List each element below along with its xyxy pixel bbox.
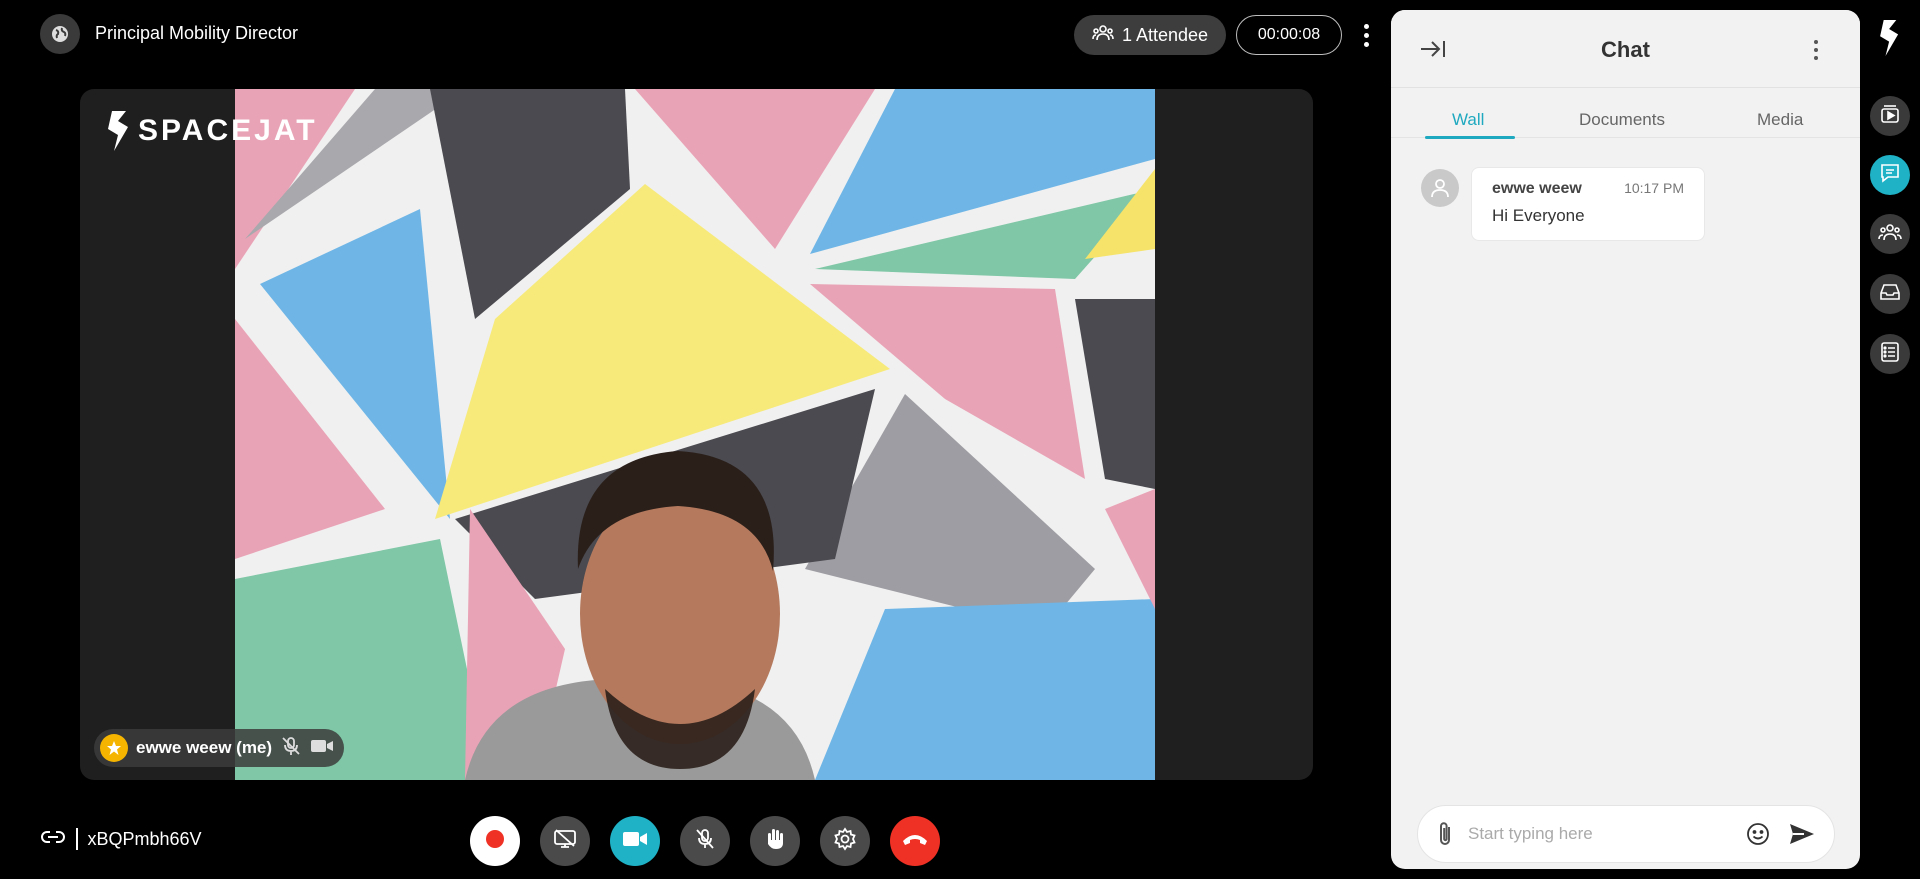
chat-button[interactable] [1870, 155, 1910, 195]
screen-share-button[interactable] [540, 816, 590, 866]
attendee-button[interactable]: 1 Attendee [1074, 15, 1226, 55]
logo-text: SPACEJAT [138, 114, 318, 147]
more-options-icon[interactable] [1356, 18, 1376, 52]
tab-media[interactable]: Media [1757, 110, 1803, 130]
raise-hand-icon [764, 827, 786, 856]
playlist-icon [1879, 103, 1901, 130]
list-button[interactable] [1870, 334, 1910, 374]
participant-name: ewwe weew (me) [136, 738, 273, 757]
globe-icon[interactable] [40, 14, 80, 54]
spacejat-logo-icon [1878, 20, 1902, 61]
attendee-count: 1 Attendee [1121, 24, 1209, 45]
divider [76, 828, 78, 850]
participants-button[interactable] [1870, 214, 1910, 254]
list-icon [1880, 341, 1900, 368]
tab-wall[interactable]: Wall [1452, 110, 1484, 130]
message-input[interactable] [1468, 824, 1746, 844]
microphone-toggle-button[interactable] [680, 816, 730, 866]
top-bar: Principal Mobility Director 1 Attendee 0… [0, 0, 1390, 70]
message-composer [1417, 805, 1835, 863]
chat-panel: Chat Wall Documents Media ewwe weew 10:1… [1391, 10, 1860, 869]
link-icon[interactable] [40, 829, 66, 850]
microphone-off-icon [280, 735, 302, 762]
record-icon [485, 829, 505, 854]
room-title: Principal Mobility Director [95, 23, 299, 43]
message-author: ewwe weew [1492, 180, 1582, 197]
camera-toggle-button[interactable] [610, 816, 660, 866]
avatar [1421, 169, 1459, 207]
host-star-icon [100, 734, 128, 762]
message-timestamp: 10:17 PM [1624, 180, 1684, 196]
people-icon [1878, 222, 1902, 247]
emoji-icon[interactable] [1746, 822, 1770, 846]
inbox-button[interactable] [1870, 274, 1910, 314]
inbox-icon [1879, 282, 1901, 307]
end-call-icon [901, 832, 929, 851]
record-button[interactable] [470, 816, 520, 866]
end-call-button[interactable] [890, 816, 940, 866]
people-icon [1092, 24, 1114, 47]
tab-documents[interactable]: Documents [1579, 110, 1665, 130]
right-rail [1860, 0, 1920, 879]
meeting-app: Principal Mobility Director 1 Attendee 0… [0, 0, 1920, 879]
room-code-text: xBQPmbh66V [87, 828, 202, 849]
meeting-timer: 00:00:08 [1236, 15, 1342, 55]
screen-share-off-icon [553, 828, 577, 855]
send-icon[interactable] [1788, 822, 1816, 846]
active-tab-indicator [1425, 136, 1515, 139]
room-code[interactable]: xBQPmbh66V [40, 828, 202, 850]
attachment-icon[interactable] [1436, 820, 1454, 848]
settings-icon [833, 826, 857, 856]
participant-name-tag: ewwe weew (me) [94, 729, 345, 767]
call-controls [470, 816, 940, 866]
spacejat-logo: SPACEJAT [106, 111, 318, 151]
chat-message: ewwe weew 10:17 PM Hi Everyone [1421, 167, 1705, 241]
chat-icon [1879, 162, 1901, 189]
video-camera-icon [310, 737, 334, 760]
chat-title: Chat [1601, 37, 1650, 62]
settings-button[interactable] [820, 816, 870, 866]
message-text: Hi Everyone [1492, 206, 1585, 225]
microphone-off-icon [694, 827, 716, 856]
video-stage: SPACEJAT ewwe weew (me) [80, 89, 1313, 780]
message-bubble: ewwe weew 10:17 PM Hi Everyone [1471, 167, 1705, 241]
chat-tabs: Wall Documents Media [1391, 88, 1860, 139]
video-camera-icon [622, 830, 648, 853]
raise-hand-button[interactable] [750, 816, 800, 866]
chat-more-options-icon[interactable] [1811, 36, 1821, 64]
chat-header: Chat [1391, 10, 1860, 88]
playlist-button[interactable] [1870, 96, 1910, 136]
participant-video [235, 89, 1155, 780]
